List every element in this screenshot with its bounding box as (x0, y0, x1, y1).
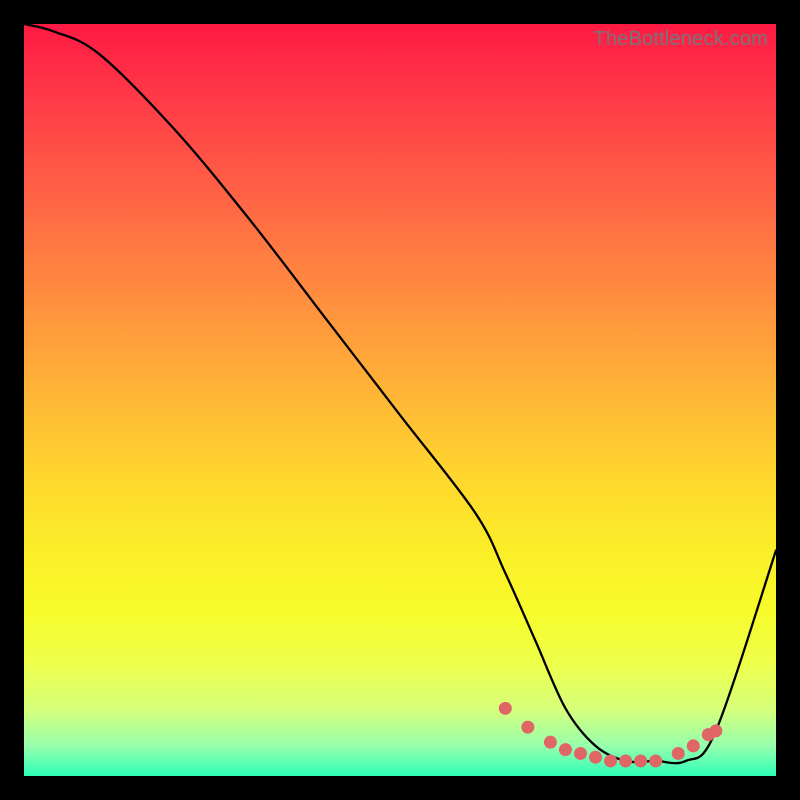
curve-layer (24, 24, 776, 776)
basin-dot (649, 754, 662, 767)
basin-dot (499, 702, 512, 715)
basin-dot (634, 754, 647, 767)
basin-dot (604, 754, 617, 767)
basin-dot (521, 721, 534, 734)
chart-container: TheBottleneck.com (0, 0, 800, 800)
basin-dots (499, 702, 723, 768)
basin-dot (709, 724, 722, 737)
bottleneck-curve (24, 24, 776, 763)
basin-dot (687, 739, 700, 752)
basin-dot (574, 747, 587, 760)
plot-area: TheBottleneck.com (24, 24, 776, 776)
basin-dot (559, 743, 572, 756)
basin-dot (619, 754, 632, 767)
basin-dot (589, 751, 602, 764)
basin-dot (672, 747, 685, 760)
basin-dot (544, 736, 557, 749)
